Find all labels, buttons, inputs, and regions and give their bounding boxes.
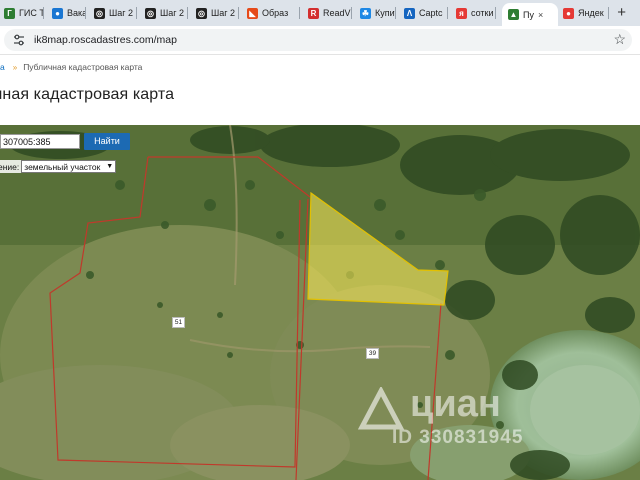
tab-label: Шаг 2: [109, 8, 134, 18]
breadcrumb: а » Публичная кадастровая карта: [0, 62, 142, 72]
tab-separator: [136, 7, 137, 19]
tab-separator: [299, 7, 300, 19]
filter-label: ение:: [0, 161, 20, 172]
breadcrumb-home-link[interactable]: а: [0, 62, 5, 72]
page-title: чная кадастровая карта: [0, 86, 175, 103]
tab-separator: [238, 7, 239, 19]
tab-label: Яндек: [578, 8, 604, 18]
tab-favicon-icon: Г: [4, 7, 15, 19]
tab-label: Captc: [419, 8, 443, 18]
find-button[interactable]: Найти: [84, 133, 130, 150]
browser-tab[interactable]: Λ Captc: [404, 2, 448, 24]
new-tab-button[interactable]: +: [617, 4, 626, 21]
object-type-select[interactable]: земельный участок ▼: [21, 160, 117, 173]
browser-tab[interactable]: ◎ Шаг 2: [145, 2, 188, 24]
url-text[interactable]: ik8map.roscadastres.com/map: [34, 34, 177, 46]
tab-separator: [187, 7, 188, 19]
cadastral-map[interactable]: 307005:385 Найти ение: земельный участок…: [0, 125, 640, 480]
bookmark-star-icon[interactable]: ☆: [613, 31, 626, 48]
breadcrumb-separator-icon: »: [12, 62, 18, 72]
tab-label: Вакан: [67, 8, 86, 18]
tab-close-icon[interactable]: ×: [538, 10, 543, 20]
watermark-brand: циан: [410, 383, 501, 425]
browser-tab-strip: Г ГИС Т ● Вакан ◎ Шаг 2 ◎ Шаг 2 ◎ Шаг 2 ◣ Образ R Rea…: [0, 0, 640, 26]
parcel-label-51[interactable]: 51: [172, 317, 185, 328]
browser-tab[interactable]: ◎ Шаг 2: [196, 2, 239, 24]
page-content: а » Публичная кадастровая карта чная кад…: [0, 55, 640, 480]
address-bar[interactable]: ik8map.roscadastres.com/map ☆: [4, 29, 632, 51]
browser-tab[interactable]: R ReadV: [308, 2, 352, 24]
browser-tab[interactable]: ▲ Пу ×: [502, 3, 558, 26]
tab-favicon-icon: ☘: [360, 7, 371, 19]
tab-favicon-icon: ◎: [145, 7, 156, 19]
chevron-down-icon: ▼: [106, 163, 114, 170]
watermark-id: ID 330831945: [392, 427, 524, 448]
tab-label: ГИС Т: [19, 8, 44, 18]
browser-tab[interactable]: ● Яндек: [563, 2, 609, 24]
tab-label: ReadV: [323, 8, 351, 18]
tab-separator: [85, 7, 86, 19]
tab-separator: [351, 7, 352, 19]
tab-label: Образ: [262, 8, 289, 18]
tab-separator: [43, 7, 44, 19]
object-type-value: земельный участок: [24, 161, 101, 172]
browser-tab[interactable]: ◎ Шаг 2: [94, 2, 137, 24]
tab-label: Шаг 2: [211, 8, 236, 18]
tab-favicon-icon: ●: [563, 7, 574, 19]
tab-favicon-icon: ▲: [508, 9, 519, 20]
satellite-map-image[interactable]: [0, 125, 640, 480]
breadcrumb-current: Публичная кадастровая карта: [23, 62, 143, 72]
tab-separator: [495, 7, 496, 19]
browser-tab[interactable]: ● Вакан: [52, 2, 86, 24]
tab-label: Купит: [375, 8, 396, 18]
tab-label: Шаг 2: [160, 8, 185, 18]
tab-label: Пу: [523, 9, 534, 20]
tab-separator: [608, 7, 609, 19]
tab-favicon-icon: ◎: [196, 7, 207, 19]
browser-tab[interactable]: ◣ Образ: [247, 2, 300, 24]
tab-separator: [447, 7, 448, 19]
tab-label: сотки: [471, 8, 494, 18]
tab-separator: [395, 7, 396, 19]
browser-tab[interactable]: Г ГИС Т: [4, 2, 44, 24]
browser-toolbar: ik8map.roscadastres.com/map ☆: [0, 26, 640, 55]
browser-tab[interactable]: я сотки: [456, 2, 496, 24]
tab-favicon-icon: я: [456, 7, 467, 19]
parcel-label-39[interactable]: 39: [366, 348, 379, 359]
tab-favicon-icon: ◎: [94, 7, 105, 19]
tab-favicon-icon: Λ: [404, 7, 415, 19]
site-settings-icon[interactable]: [12, 33, 26, 47]
tab-favicon-icon: ◣: [247, 7, 258, 19]
browser-tab[interactable]: ☘ Купит: [360, 2, 396, 24]
cadastral-number-input[interactable]: 307005:385: [0, 134, 80, 149]
tab-favicon-icon: ●: [52, 7, 63, 19]
search-type-filter: ение: земельный участок ▼: [0, 160, 117, 173]
tab-favicon-icon: R: [308, 7, 319, 19]
